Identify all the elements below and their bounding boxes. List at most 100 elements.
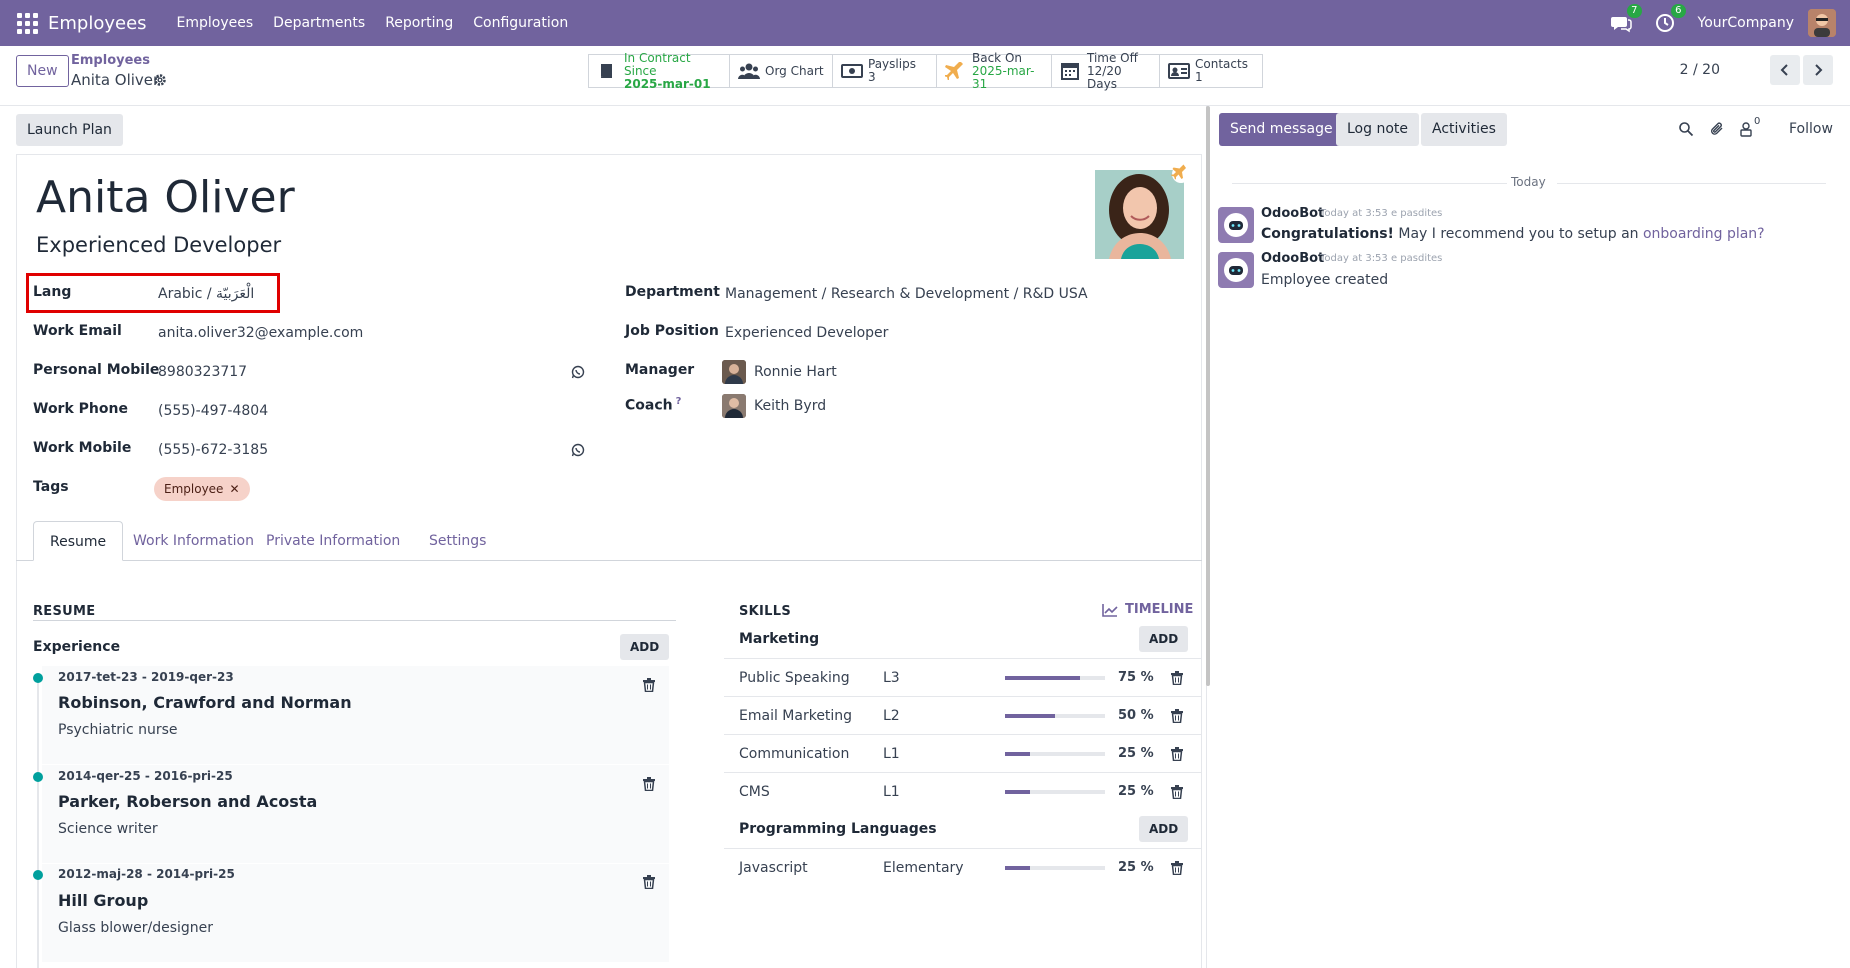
resume-section-title: RESUME — [33, 604, 96, 619]
launch-plan-button[interactable]: Launch Plan — [16, 114, 123, 146]
skill-row[interactable]: Communication L1 25 % — [724, 734, 1202, 772]
messaging-icon[interactable]: 7 — [1610, 4, 1642, 34]
work-mobile-label: Work Mobile — [33, 440, 132, 456]
time-off-smart-button[interactable]: Time Off 12/20 Days — [1052, 51, 1160, 90]
tag-label: Employee — [164, 482, 224, 496]
smart-buttons: In Contract Since 2025-mar-01 Org Chart P… — [588, 50, 1263, 90]
plane-status-icon — [1171, 164, 1191, 184]
manager-field[interactable]: Ronnie Hart — [754, 364, 837, 380]
search-icon[interactable] — [1678, 121, 1694, 137]
skill-row[interactable]: Public Speaking L3 75 % — [724, 658, 1202, 696]
skill-progress-bar — [1005, 866, 1105, 870]
skill-progress-fill — [1005, 752, 1030, 756]
follow-button[interactable]: Follow — [1789, 121, 1833, 137]
contract-smart-button[interactable]: In Contract Since 2025-mar-01 — [589, 51, 730, 90]
menu-departments[interactable]: Departments — [263, 15, 375, 31]
payslips-smart-button[interactable]: Payslips 3 — [833, 55, 937, 87]
add-experience-button[interactable]: ADD — [620, 634, 670, 660]
whatsapp-icon[interactable] — [571, 365, 585, 379]
skill-row[interactable]: Email Marketing L2 50 % — [724, 696, 1202, 734]
trash-icon[interactable] — [1171, 861, 1183, 876]
odoobot-avatar[interactable] — [1218, 252, 1254, 288]
work-phone-field[interactable]: (555)-497-4804 — [158, 403, 268, 419]
menu-employees[interactable]: Employees — [167, 15, 264, 31]
contacts-smart-button[interactable]: Contacts 1 — [1160, 55, 1262, 87]
skill-progress-bar — [1005, 676, 1105, 680]
form-tabs: Resume Work Information Private Informat… — [16, 521, 1202, 561]
skills-section-title: SKILLS — [739, 604, 792, 619]
timeline-button[interactable]: TIMELINE — [1102, 602, 1193, 617]
personal-mobile-field[interactable]: 8980323717 — [158, 364, 247, 380]
employee-name[interactable]: Anita Oliver — [36, 172, 295, 223]
onboarding-plan-link[interactable]: onboarding plan? — [1643, 226, 1765, 242]
back-on-smart-button[interactable]: Back On 2025-mar-31 — [937, 50, 1052, 90]
today-label: Today — [1507, 175, 1550, 189]
department-field[interactable]: Management / Research & Development / R&… — [725, 286, 1088, 302]
activity-clock-icon[interactable]: 6 — [1654, 4, 1686, 34]
paperclip-icon[interactable] — [1709, 121, 1725, 137]
breadcrumb-parent[interactable]: Employees — [71, 53, 150, 68]
work-mobile-field[interactable]: (555)-672-3185 — [158, 442, 268, 458]
time-off-days: 12/20 Days — [1087, 63, 1122, 91]
menu-reporting[interactable]: Reporting — [375, 15, 463, 31]
pager-next-button[interactable] — [1803, 55, 1833, 85]
odoobot-avatar[interactable] — [1218, 207, 1254, 243]
org-chart-smart-button[interactable]: Org Chart — [730, 55, 833, 87]
message-author[interactable]: OdooBot — [1261, 206, 1324, 221]
user-lock-icon — [1740, 122, 1752, 137]
resume-item-description: Science writer — [58, 821, 158, 837]
skill-category-name: Programming Languages — [739, 821, 937, 837]
trash-icon[interactable] — [1171, 671, 1183, 686]
coach-field[interactable]: Keith Byrd — [754, 398, 826, 414]
skill-level: L3 — [883, 670, 900, 686]
followers-button[interactable]: 0 — [1738, 116, 1764, 137]
tag-employee[interactable]: Employee ✕ — [154, 477, 250, 501]
trash-icon[interactable] — [1171, 709, 1183, 724]
log-note-button[interactable]: Log note — [1336, 113, 1419, 146]
message-body: Congratulations! May I recommend you to … — [1261, 226, 1765, 242]
trash-icon[interactable] — [1171, 747, 1183, 762]
resume-timeline-line — [37, 680, 39, 968]
skill-percentage: 25 % — [1118, 746, 1154, 761]
user-avatar[interactable] — [1808, 9, 1836, 37]
employee-job-title[interactable]: Experienced Developer — [36, 233, 281, 257]
whatsapp-icon[interactable] — [571, 443, 585, 457]
add-skill-button[interactable]: ADD — [1139, 816, 1189, 842]
skill-row[interactable]: CMS L1 25 % — [724, 772, 1202, 810]
chevron-right-icon — [1815, 64, 1823, 76]
resume-divider — [33, 620, 676, 621]
skill-row[interactable]: Javascript Elementary 25 % — [724, 848, 1202, 886]
trash-icon[interactable] — [643, 678, 655, 693]
pager-previous-button[interactable] — [1770, 55, 1800, 85]
work-email-field[interactable]: anita.oliver32@example.com — [158, 325, 363, 341]
trash-icon[interactable] — [1171, 785, 1183, 800]
app-name[interactable]: Employees — [48, 13, 147, 34]
tab-work-information[interactable]: Work Information — [117, 521, 270, 561]
contacts-label: Contacts — [1195, 57, 1248, 71]
pager-value[interactable]: 2 / 20 — [1680, 62, 1720, 78]
trash-icon[interactable] — [643, 777, 655, 792]
message-author[interactable]: OdooBot — [1261, 251, 1324, 266]
book-icon — [597, 62, 617, 80]
trash-icon[interactable] — [643, 875, 655, 890]
company-switcher[interactable]: YourCompany — [1698, 15, 1795, 31]
menu-configuration[interactable]: Configuration — [463, 15, 578, 31]
add-skill-button[interactable]: ADD — [1139, 626, 1189, 652]
help-tooltip-icon[interactable]: ? — [676, 396, 682, 407]
date-separator: Today — [1232, 175, 1826, 191]
remove-tag-icon[interactable]: ✕ — [229, 482, 239, 496]
send-message-button[interactable]: Send message — [1219, 113, 1344, 146]
new-button[interactable]: New — [16, 55, 69, 87]
resume-item-description: Glass blower/designer — [58, 920, 214, 936]
job-position-field[interactable]: Experienced Developer — [725, 325, 888, 341]
activities-button[interactable]: Activities — [1421, 113, 1507, 146]
job-position-label: Job Position — [625, 323, 719, 339]
back-on-label: Back On — [972, 50, 1022, 65]
form-scrollbar[interactable] — [1206, 106, 1210, 686]
tab-resume[interactable]: Resume — [33, 521, 124, 561]
gear-icon[interactable] — [153, 73, 167, 87]
tab-settings[interactable]: Settings — [413, 521, 502, 561]
skill-progress-bar — [1005, 714, 1105, 718]
tab-private-information[interactable]: Private Information — [250, 521, 416, 561]
apps-menu-icon[interactable] — [14, 10, 40, 36]
